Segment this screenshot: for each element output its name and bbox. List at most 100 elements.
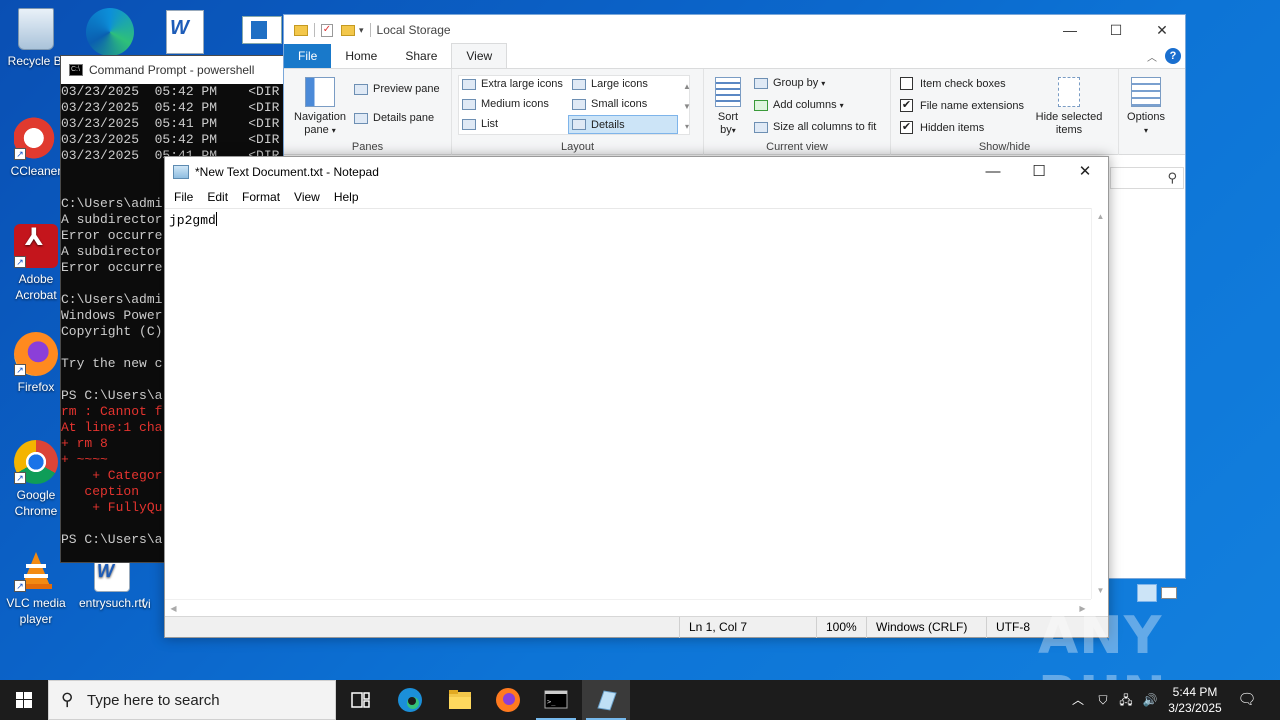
checkbox-icon[interactable] (900, 77, 913, 90)
tab-home[interactable]: Home (331, 44, 391, 68)
quick-access-dropdown-icon[interactable]: ▾ (359, 25, 364, 36)
clock[interactable]: 5:44 PM 3/23/2025 (1164, 680, 1226, 720)
chevron-down-icon: ▾ (331, 126, 336, 135)
hide-selected-icon (1058, 77, 1080, 107)
scroll-down-icon[interactable]: ▼ (682, 97, 692, 117)
gallery-expand-icon[interactable]: ▾ (682, 117, 692, 137)
minimize-button[interactable]: — (970, 157, 1016, 187)
shortcut-arrow-icon: ↗ (14, 148, 26, 160)
word-desktop-icon[interactable]: W (166, 10, 204, 54)
details-view-toggle[interactable] (1137, 584, 1157, 602)
size-all-columns-button[interactable]: Size all columns to fit (754, 121, 876, 133)
tab-file[interactable]: File (284, 44, 332, 68)
properties-icon[interactable]: ✓ (321, 23, 333, 37)
cmd-title-bar[interactable]: C:\ Command Prompt - powershell (61, 56, 285, 84)
separator (314, 23, 315, 37)
close-button[interactable]: ✕ (1062, 157, 1108, 187)
firefox-icon (496, 688, 520, 712)
notepad-title-bar[interactable]: *New Text Document.txt - Notepad (165, 157, 1108, 187)
new-folder-icon[interactable] (341, 24, 355, 36)
volume-icon[interactable]: 🔊 (1140, 680, 1160, 720)
add-columns-button[interactable]: Add columns ▾ (754, 99, 844, 111)
details-pane-button[interactable]: Details pane (354, 112, 434, 124)
medium-icons-icon (462, 98, 476, 110)
menu-view[interactable]: View (287, 190, 327, 204)
scroll-up-icon[interactable]: ▲ (1092, 208, 1109, 225)
preview-pane-label: Preview pane (373, 83, 440, 95)
group-by-button[interactable]: Group by ▾ (754, 77, 825, 89)
taskbar-notepad[interactable] (582, 680, 630, 720)
sort-by-button[interactable]: Sort by▾ (712, 77, 744, 137)
notifications-icon[interactable]: 🗨 (1232, 680, 1262, 720)
navigation-pane-icon (305, 77, 335, 107)
navigation-pane-label: pane (304, 124, 329, 136)
options-button[interactable]: Options ▾ (1121, 77, 1171, 137)
sort-icon (715, 77, 741, 107)
taskbar-command-prompt[interactable]: >_ (532, 680, 580, 720)
navigation-pane-button[interactable]: Navigation pane ▾ (290, 77, 350, 137)
task-view-icon (351, 692, 370, 708)
layout-gallery-scroll[interactable]: ▲ ▼ ▾ (682, 77, 692, 137)
file-name-extensions-checkbox[interactable]: ✔ File name extensions (900, 99, 1024, 112)
notepad-text-area[interactable]: jp2gmd (165, 208, 1091, 599)
vertical-scrollbar[interactable]: ▲ ▼ (1091, 208, 1108, 599)
checkbox-label: Item check boxes (920, 77, 1006, 90)
edge-desktop-icon[interactable] (86, 8, 134, 56)
tab-view[interactable]: View (451, 43, 508, 68)
chevron-down-icon: ▾ (821, 78, 826, 88)
close-button[interactable]: ✕ (1139, 15, 1185, 45)
desktop-icon-partial[interactable]: vi (142, 596, 166, 612)
tab-share[interactable]: Share (391, 44, 451, 68)
cmd-icon: C:\ (69, 64, 83, 76)
search-input[interactable]: ⚲ (1110, 167, 1184, 189)
layout-list[interactable]: List (462, 118, 498, 130)
checkbox-icon[interactable]: ✔ (900, 99, 913, 112)
desktop-icon-entrysuch-rtf[interactable]: W entrysuch.rtf (76, 558, 148, 611)
help-icon[interactable]: ? (1165, 48, 1181, 64)
start-button[interactable] (0, 680, 48, 720)
item-check-boxes-checkbox[interactable]: Item check boxes (900, 77, 1006, 90)
scroll-left-icon[interactable]: ◀ (165, 600, 182, 617)
maximize-button[interactable]: ☐ (1093, 15, 1139, 45)
maximize-button[interactable]: ☐ (1016, 157, 1062, 187)
hidden-items-checkbox[interactable]: ✔ Hidden items (900, 121, 984, 134)
group-label-show-hide: Show/hide (978, 141, 1031, 153)
checkbox-label: File name extensions (920, 99, 1024, 112)
scroll-down-icon[interactable]: ▼ (1092, 582, 1109, 599)
taskbar-file-explorer[interactable] (436, 680, 484, 720)
minimize-button[interactable]: — (1047, 15, 1093, 45)
menu-edit[interactable]: Edit (200, 190, 235, 204)
layout-extra-large-icons[interactable]: Extra large icons (462, 78, 563, 90)
search-icon: ⚲ (61, 690, 74, 709)
shortcut-arrow-icon: ↗ (14, 364, 26, 376)
menu-file[interactable]: File (167, 190, 200, 204)
scroll-up-icon[interactable]: ▲ (682, 77, 692, 97)
large-icons-icon (572, 78, 586, 90)
document-desktop-icon[interactable] (242, 16, 282, 44)
horizontal-scrollbar[interactable]: ◀ ▶ (165, 599, 1091, 616)
size-columns-label: Size all columns to fit (773, 121, 877, 133)
taskbar-search-box[interactable]: ⚲ Type here to search (48, 680, 336, 720)
menu-format[interactable]: Format (235, 190, 287, 204)
hide-selected-label: items (1055, 124, 1083, 136)
taskbar-firefox[interactable] (484, 680, 532, 720)
notepad-window[interactable]: *New Text Document.txt - Notepad — ☐ ✕ F… (164, 156, 1109, 638)
menu-help[interactable]: Help (327, 190, 366, 204)
tray-security-icon[interactable]: ⛉ (1094, 680, 1112, 720)
explorer-window-controls: — ☐ ✕ (1047, 15, 1185, 45)
add-columns-icon (754, 99, 768, 111)
hide-selected-items-button[interactable]: Hide selected items (1031, 77, 1107, 137)
layout-large-icons[interactable]: Large icons (572, 78, 648, 90)
group-by-label: Group by (773, 77, 819, 89)
preview-pane-button[interactable]: Preview pane (354, 83, 440, 95)
taskbar-edge[interactable] (386, 680, 434, 720)
layout-small-icons[interactable]: Small icons (572, 98, 647, 110)
collapse-ribbon-icon[interactable]: ︿ (1147, 49, 1157, 64)
show-hidden-icons-button[interactable]: ︿ (1068, 680, 1088, 720)
task-view-button[interactable] (336, 680, 384, 720)
layout-medium-icons[interactable]: Medium icons (462, 98, 549, 110)
large-icons-view-toggle[interactable] (1161, 587, 1177, 599)
layout-details[interactable]: Details (568, 115, 678, 134)
checkbox-icon[interactable]: ✔ (900, 121, 913, 134)
network-icon[interactable]: 🖧 (1116, 680, 1136, 720)
